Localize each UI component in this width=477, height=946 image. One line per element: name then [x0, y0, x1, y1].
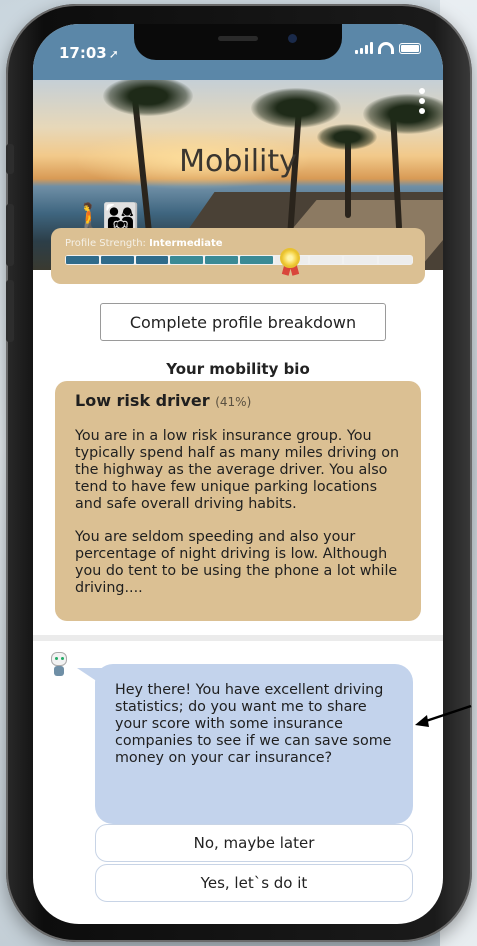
- palm-tree-crown: [251, 88, 341, 128]
- bot-avatar-icon: [49, 652, 69, 678]
- wifi-icon: [378, 42, 394, 54]
- medal-icon: [278, 248, 302, 276]
- bio-paragraph: You are seldom speeding and also your pe…: [75, 529, 398, 596]
- bio-percent: (41%): [215, 395, 252, 409]
- battery-icon: [399, 42, 421, 54]
- status-time-text: 17:03: [59, 44, 107, 62]
- page-title: Mobility: [179, 144, 297, 179]
- app-screen: 17:03➚ Mobility 🚶👨‍👩‍👧: [33, 24, 443, 924]
- bio-heading: Low risk driver (41%): [75, 391, 401, 410]
- progress-segment: [205, 256, 238, 264]
- device-notch: [134, 24, 342, 60]
- front-camera: [288, 34, 297, 43]
- profile-strength-label: Profile Strength: Intermediate: [65, 238, 223, 249]
- annotation-arrow-icon: [415, 704, 472, 727]
- bio-section-title: Your mobility bio: [166, 360, 310, 378]
- complete-profile-breakdown-button[interactable]: Complete profile breakdown: [100, 303, 386, 341]
- progress-segment: [100, 256, 134, 264]
- volume-up-button: [6, 204, 14, 266]
- progress-segment: [239, 256, 273, 264]
- reply-yes-button[interactable]: Yes, let`s do it: [95, 864, 413, 902]
- progress-segment: [379, 256, 412, 264]
- profile-strength-panel: Profile Strength: Intermediate: [51, 228, 425, 284]
- section-divider: [33, 635, 443, 641]
- reply-no-button[interactable]: No, maybe later: [95, 824, 413, 862]
- progress-segment: [135, 256, 169, 264]
- bio-paragraph: You are in a low risk insurance group. Y…: [75, 428, 400, 512]
- palm-tree-crown: [103, 80, 193, 116]
- progress-segment: [309, 256, 343, 264]
- progress-segment: [344, 256, 378, 264]
- cellular-signal-icon: [355, 42, 373, 54]
- status-time: 17:03 ➚: [59, 44, 119, 62]
- profile-strength-progress-bar: [65, 255, 413, 265]
- palm-tree-crown: [363, 94, 443, 134]
- mute-switch: [6, 144, 14, 174]
- more-options-icon[interactable]: [419, 88, 425, 114]
- chat-message-bubble: Hey there! You have excellent driving st…: [95, 664, 413, 824]
- volume-down-button: [6, 280, 14, 342]
- progress-segment: [66, 256, 99, 264]
- location-arrow-icon: ➚: [108, 47, 119, 61]
- bio-heading-text: Low risk driver: [75, 391, 210, 410]
- progress-segment: [170, 256, 204, 264]
- mobility-bio-card: Low risk driver (41%) You are in a low r…: [55, 381, 421, 621]
- profile-strength-level: Intermediate: [149, 238, 223, 249]
- status-icons: [355, 42, 421, 54]
- speaker-grille: [218, 36, 258, 41]
- profile-strength-caption: Profile Strength:: [65, 238, 150, 249]
